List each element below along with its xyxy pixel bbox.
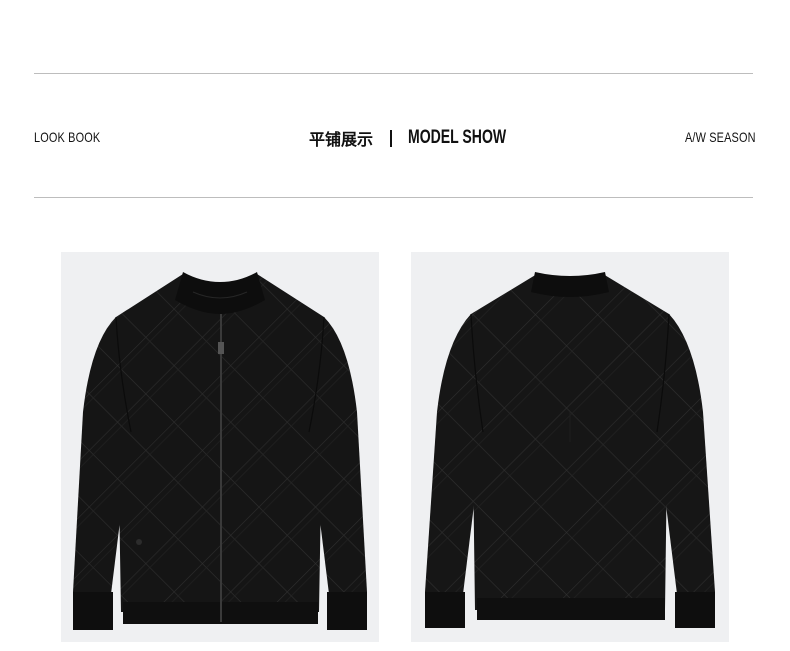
jacket-back-illustration [425, 272, 715, 628]
jacket-back-photo [411, 252, 729, 642]
jacket-front-illustration [73, 272, 367, 630]
top-divider [34, 73, 753, 74]
title-english: MODEL SHOW [408, 127, 507, 148]
section-title: 平铺展示 MODEL SHOW [309, 124, 541, 152]
section-header: LOOK BOOK 平铺展示 MODEL SHOW A/W SEASON [34, 124, 756, 152]
bottom-divider [34, 197, 753, 198]
season-label: A/W SEASON [685, 129, 756, 145]
title-separator [390, 129, 393, 147]
title-chinese: 平铺展示 [309, 130, 374, 149]
look-book-label: LOOK BOOK [34, 129, 101, 145]
jacket-front-photo [61, 252, 379, 642]
